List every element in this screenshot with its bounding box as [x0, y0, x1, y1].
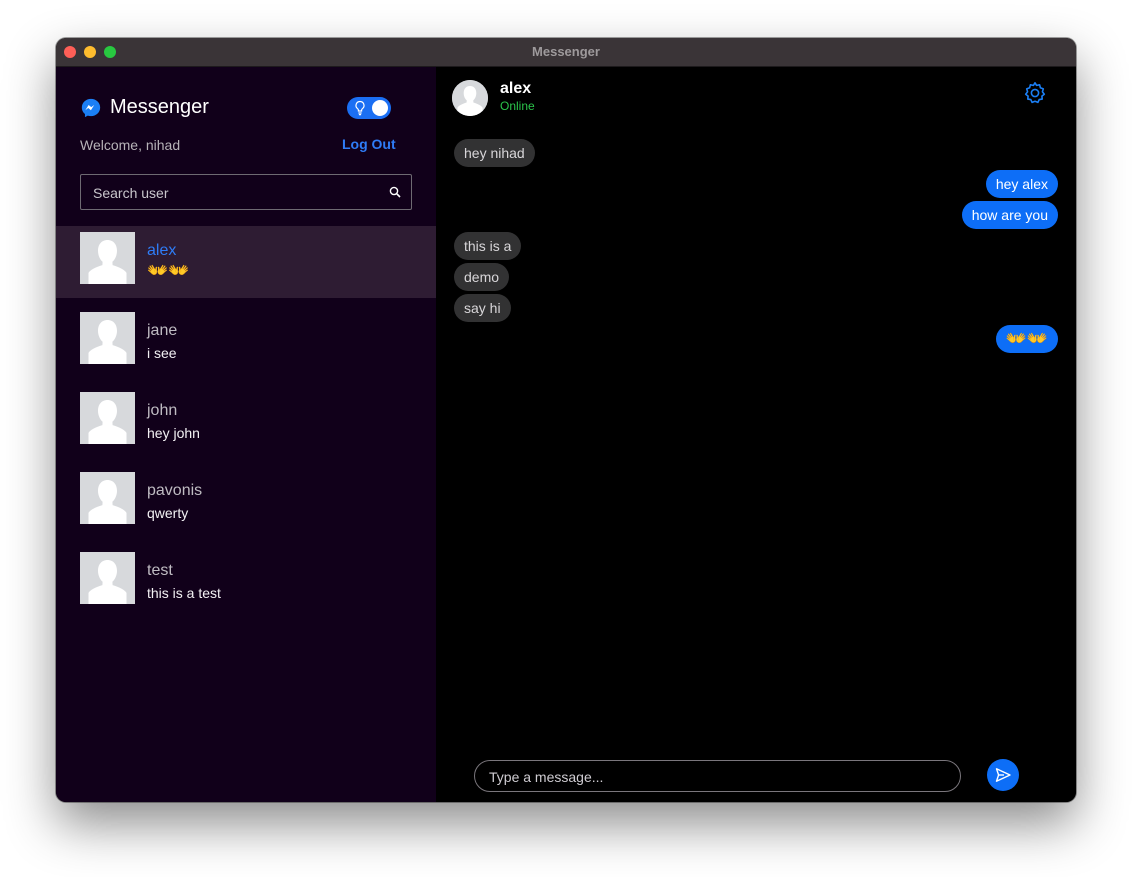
message-composer	[474, 760, 961, 793]
message-input[interactable]	[487, 761, 951, 793]
search-box	[80, 174, 412, 211]
avatar	[80, 312, 135, 364]
person-silhouette-icon	[452, 80, 488, 116]
message-row: demo	[454, 263, 1058, 294]
messenger-logo-icon	[81, 98, 101, 117]
avatar	[80, 472, 135, 524]
logout-link[interactable]: Log Out	[342, 136, 396, 152]
user-item-jane[interactable]: jane i see	[56, 306, 436, 378]
incoming-message: demo	[454, 263, 510, 291]
user-item-john[interactable]: john hey john	[56, 386, 436, 458]
window-title: Messenger	[532, 44, 600, 59]
person-silhouette-icon	[80, 232, 135, 284]
user-name: test	[147, 562, 173, 579]
incoming-message: hey nihad	[454, 139, 535, 167]
message-row: hey nihad	[454, 139, 1058, 170]
contact-status: Online	[500, 99, 535, 113]
search-icon[interactable]	[389, 186, 401, 198]
person-silhouette-icon	[80, 552, 135, 604]
incoming-message: this is a	[454, 232, 522, 260]
user-last-message: hey john	[147, 425, 200, 441]
contact-avatar	[452, 80, 488, 116]
message-row: this is a	[454, 232, 1058, 263]
avatar	[80, 552, 135, 604]
lightbulb-icon	[355, 100, 365, 116]
avatar	[80, 392, 135, 444]
person-silhouette-icon	[80, 472, 135, 524]
message-row: how are you	[454, 201, 1058, 232]
avatar	[80, 232, 135, 284]
user-name: alex	[147, 242, 177, 259]
user-name: pavonis	[147, 482, 203, 499]
chat-panel: alex Online hey nihad hey alex how are y…	[437, 67, 1076, 802]
brand: Messenger	[80, 96, 209, 119]
user-last-message: 👐👐	[147, 261, 190, 280]
message-row: 👐👐	[454, 325, 1058, 356]
user-last-message: qwerty	[147, 505, 189, 521]
person-silhouette-icon	[80, 392, 135, 444]
toggle-knob	[372, 100, 388, 116]
title-bar: Messenger	[56, 38, 1076, 67]
theme-toggle[interactable]	[347, 97, 391, 119]
contact-name: alex	[500, 80, 532, 97]
user-item-alex[interactable]: alex 👐👐	[56, 226, 436, 298]
app-window: Messenger Messenger Welcome, nihad Log O…	[56, 38, 1076, 802]
user-list: alex 👐👐 jane i see john hey john pavonis…	[56, 226, 436, 626]
user-last-message: this is a test	[147, 585, 221, 601]
gear-icon[interactable]	[1023, 81, 1047, 105]
sidebar: Messenger Welcome, nihad Log Out Search …	[56, 67, 436, 802]
user-item-pavonis[interactable]: pavonis qwerty	[56, 466, 436, 538]
message-list: hey nihad hey alex how are you this is a…	[454, 139, 1058, 356]
incoming-message: say hi	[454, 294, 511, 322]
welcome-text: Welcome, nihad	[80, 137, 181, 153]
outgoing-message: hey alex	[985, 170, 1058, 198]
message-row: say hi	[454, 294, 1058, 325]
brand-name: Messenger	[110, 96, 209, 118]
search-input[interactable]	[91, 175, 375, 211]
message-row: hey alex	[454, 170, 1058, 201]
send-button[interactable]	[987, 759, 1019, 791]
person-silhouette-icon	[80, 312, 135, 364]
send-icon	[995, 768, 1011, 782]
outgoing-message: how are you	[961, 201, 1058, 229]
user-name: jane	[147, 322, 178, 339]
outgoing-message: 👐👐	[995, 325, 1058, 353]
user-last-message: i see	[147, 345, 177, 361]
user-item-test[interactable]: test this is a test	[56, 546, 436, 618]
user-name: john	[147, 402, 178, 419]
